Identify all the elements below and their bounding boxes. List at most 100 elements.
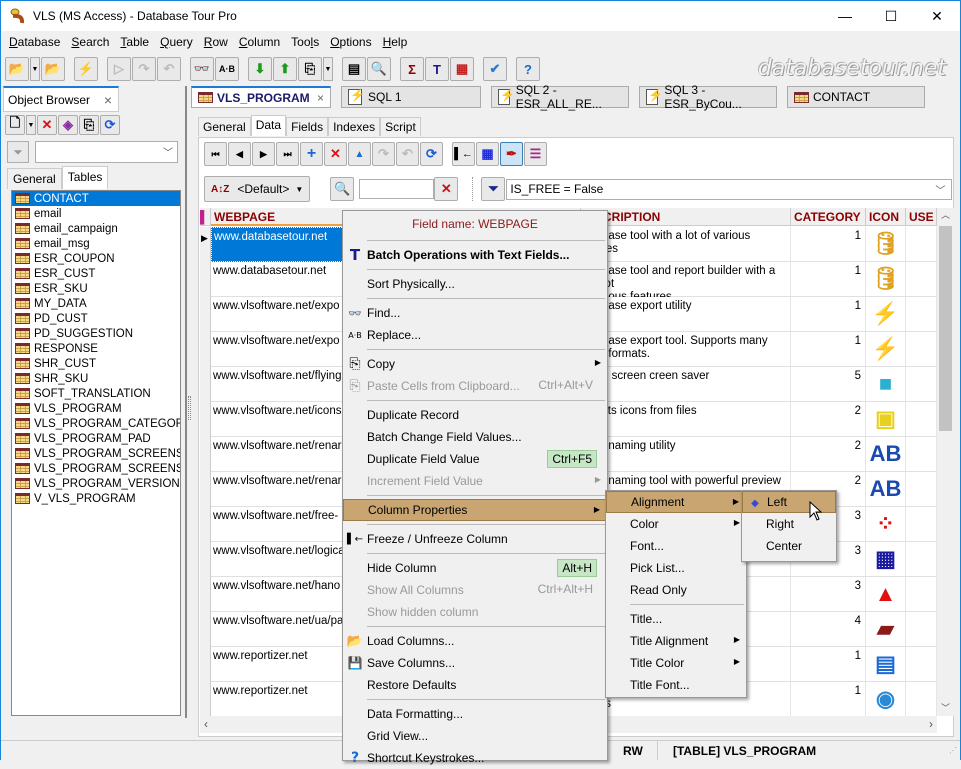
- menu-item-column-properties[interactable]: Column Properties ▶: [343, 499, 607, 521]
- table-list-item[interactable]: email_campaign: [12, 221, 180, 236]
- menu-item-title-font[interactable]: Title Font...: [606, 674, 746, 696]
- cell-description[interactable]: e screen creen saver: [600, 367, 791, 402]
- cell-use[interactable]: [906, 542, 937, 577]
- table-list-item[interactable]: SHR_CUST: [12, 356, 180, 371]
- cell-description[interactable]: base tool and report builder with a lot r…: [600, 262, 791, 297]
- check-button[interactable]: ✔: [483, 57, 507, 81]
- table-list-item[interactable]: RESPONSE: [12, 341, 180, 356]
- scroll-down-icon[interactable]: ﹀: [937, 701, 954, 714]
- cell-use[interactable]: [906, 367, 937, 402]
- menu-table[interactable]: Table: [116, 35, 156, 49]
- row-indicator[interactable]: ▶: [200, 227, 211, 262]
- sub-tab-general[interactable]: General: [198, 117, 251, 136]
- row-indicator[interactable]: [200, 472, 211, 507]
- cell-use[interactable]: [906, 507, 937, 542]
- sub-tab-fields[interactable]: Fields: [286, 117, 329, 136]
- cell-category[interactable]: 1: [791, 297, 866, 332]
- grid-view-button[interactable]: ▦: [476, 142, 499, 166]
- cell-use[interactable]: [906, 682, 937, 716]
- column-header-category[interactable]: CATEGORY: [791, 208, 866, 226]
- cell-icon[interactable]: ⁘: [866, 507, 906, 542]
- table-list-item[interactable]: ESR_CUST: [12, 266, 180, 281]
- cell-icon[interactable]: ⚡: [866, 332, 906, 367]
- first-record-button[interactable]: ⏮: [204, 142, 227, 166]
- column-list-button[interactable]: ☰: [524, 142, 547, 166]
- cell-icon[interactable]: 🛢: [866, 227, 906, 262]
- menu-item-read-only[interactable]: Read Only: [606, 579, 746, 601]
- doc-tab-sql-2[interactable]: SQL 2 - ESR_ALL_RE...: [491, 83, 629, 111]
- column-header-description[interactable]: CRIPTION: [600, 208, 791, 226]
- menu-item-data-formatting[interactable]: Data Formatting...: [343, 703, 607, 725]
- cell-category[interactable]: 5: [791, 367, 866, 402]
- scroll-right-icon[interactable]: ›: [929, 717, 933, 731]
- cell-use[interactable]: [906, 332, 937, 367]
- row-indicator[interactable]: [200, 682, 211, 716]
- object-filter-combo[interactable]: ﹀: [35, 141, 178, 163]
- table-list-item[interactable]: VLS_PROGRAM_PAD: [12, 431, 180, 446]
- menu-tools[interactable]: Tools: [287, 35, 326, 49]
- table-list-item[interactable]: CONTACT: [12, 191, 180, 206]
- cell-description[interactable]: cts icons from files: [600, 402, 791, 437]
- row-indicator[interactable]: [200, 577, 211, 612]
- table-edit-button[interactable]: ▦: [450, 57, 474, 81]
- cell-description[interactable]: enaming utility: [600, 437, 791, 472]
- cell-category[interactable]: 1: [791, 647, 866, 682]
- doc-tab-vls-program[interactable]: VLS_PROGRAM ×: [191, 86, 331, 108]
- table-list-item[interactable]: VLS_PROGRAM: [12, 401, 180, 416]
- text-operations-button[interactable]: T: [425, 57, 449, 81]
- row-indicator[interactable]: [200, 542, 211, 577]
- table-list-item[interactable]: SOFT_TRANSLATION: [12, 386, 180, 401]
- cell-use[interactable]: [906, 647, 937, 682]
- sql-editor-button[interactable]: ⚡: [74, 57, 98, 81]
- cell-description[interactable]: base export utility: [600, 297, 791, 332]
- row-indicator[interactable]: [200, 367, 211, 402]
- copy-object-button[interactable]: ⎘: [79, 115, 99, 135]
- cell-category[interactable]: 1: [791, 682, 866, 716]
- open-dropdown-button[interactable]: ▼: [30, 57, 40, 81]
- menu-row[interactable]: Row: [200, 35, 235, 49]
- cell-category[interactable]: 3: [791, 577, 866, 612]
- table-list-item[interactable]: VLS_PROGRAM_SCREENSHOT: [12, 446, 180, 461]
- row-indicator[interactable]: [200, 262, 211, 297]
- cell-category[interactable]: 1: [791, 227, 866, 262]
- find-button[interactable]: 👓: [190, 57, 214, 81]
- cell-icon[interactable]: ⚡: [866, 297, 906, 332]
- doc-tab-contact[interactable]: CONTACT: [787, 86, 925, 108]
- redo-button[interactable]: ↷: [132, 57, 156, 81]
- object-properties-button[interactable]: ◈: [58, 115, 78, 135]
- object-filter-button[interactable]: ⏷: [7, 141, 29, 163]
- vertical-scroll-thumb[interactable]: [939, 226, 952, 431]
- menu-item-title-color[interactable]: Title Color ▶: [606, 652, 746, 674]
- menu-item-batch-change-field-values[interactable]: Batch Change Field Values...: [343, 426, 607, 448]
- menu-item-duplicate-record[interactable]: Duplicate Record: [343, 404, 607, 426]
- scroll-up-icon[interactable]: ︿: [937, 208, 954, 221]
- cell-description[interactable]: base tool with a lot of various res: [600, 227, 791, 262]
- cell-icon[interactable]: ▣: [866, 402, 906, 437]
- menu-item-title[interactable]: Title...: [606, 608, 746, 630]
- freeze-column-button[interactable]: ▌←: [452, 142, 475, 166]
- column-header-icon[interactable]: ICON: [866, 208, 906, 226]
- cell-use[interactable]: [906, 402, 937, 437]
- prior-record-button[interactable]: ◀: [228, 142, 251, 166]
- open-database-button[interactable]: 📂: [5, 57, 29, 81]
- cell-category[interactable]: 4: [791, 612, 866, 647]
- run-button[interactable]: ▷: [107, 57, 131, 81]
- table-list-item[interactable]: email: [12, 206, 180, 221]
- next-record-button[interactable]: ▶: [252, 142, 275, 166]
- maximize-button[interactable]: ☐: [868, 1, 914, 31]
- filter-combo[interactable]: IS_FREE = False ﹀: [506, 178, 953, 200]
- cell-category[interactable]: 1: [791, 332, 866, 367]
- table-list-item[interactable]: VLS_PROGRAM_SCREENSHOT: [12, 461, 180, 476]
- row-indicator[interactable]: [200, 507, 211, 542]
- panel-splitter[interactable]: [188, 396, 191, 420]
- menu-item-copy[interactable]: ⎘ Copy ▶: [343, 353, 607, 375]
- menu-column[interactable]: Column: [235, 35, 287, 49]
- table-list-item[interactable]: MY_DATA: [12, 296, 180, 311]
- undo-button[interactable]: ↶: [157, 57, 181, 81]
- menu-item-shortcut-keystrokes[interactable]: ? Shortcut Keystrokes...: [343, 747, 607, 769]
- menu-item-load-columns[interactable]: 📂 Load Columns...: [343, 630, 607, 652]
- resize-grip-icon[interactable]: ⋰: [949, 746, 957, 755]
- menu-item-title-alignment[interactable]: Title Alignment ▶: [606, 630, 746, 652]
- copy-button[interactable]: ⎘: [298, 57, 322, 81]
- table-list-item[interactable]: PD_SUGGESTION: [12, 326, 180, 341]
